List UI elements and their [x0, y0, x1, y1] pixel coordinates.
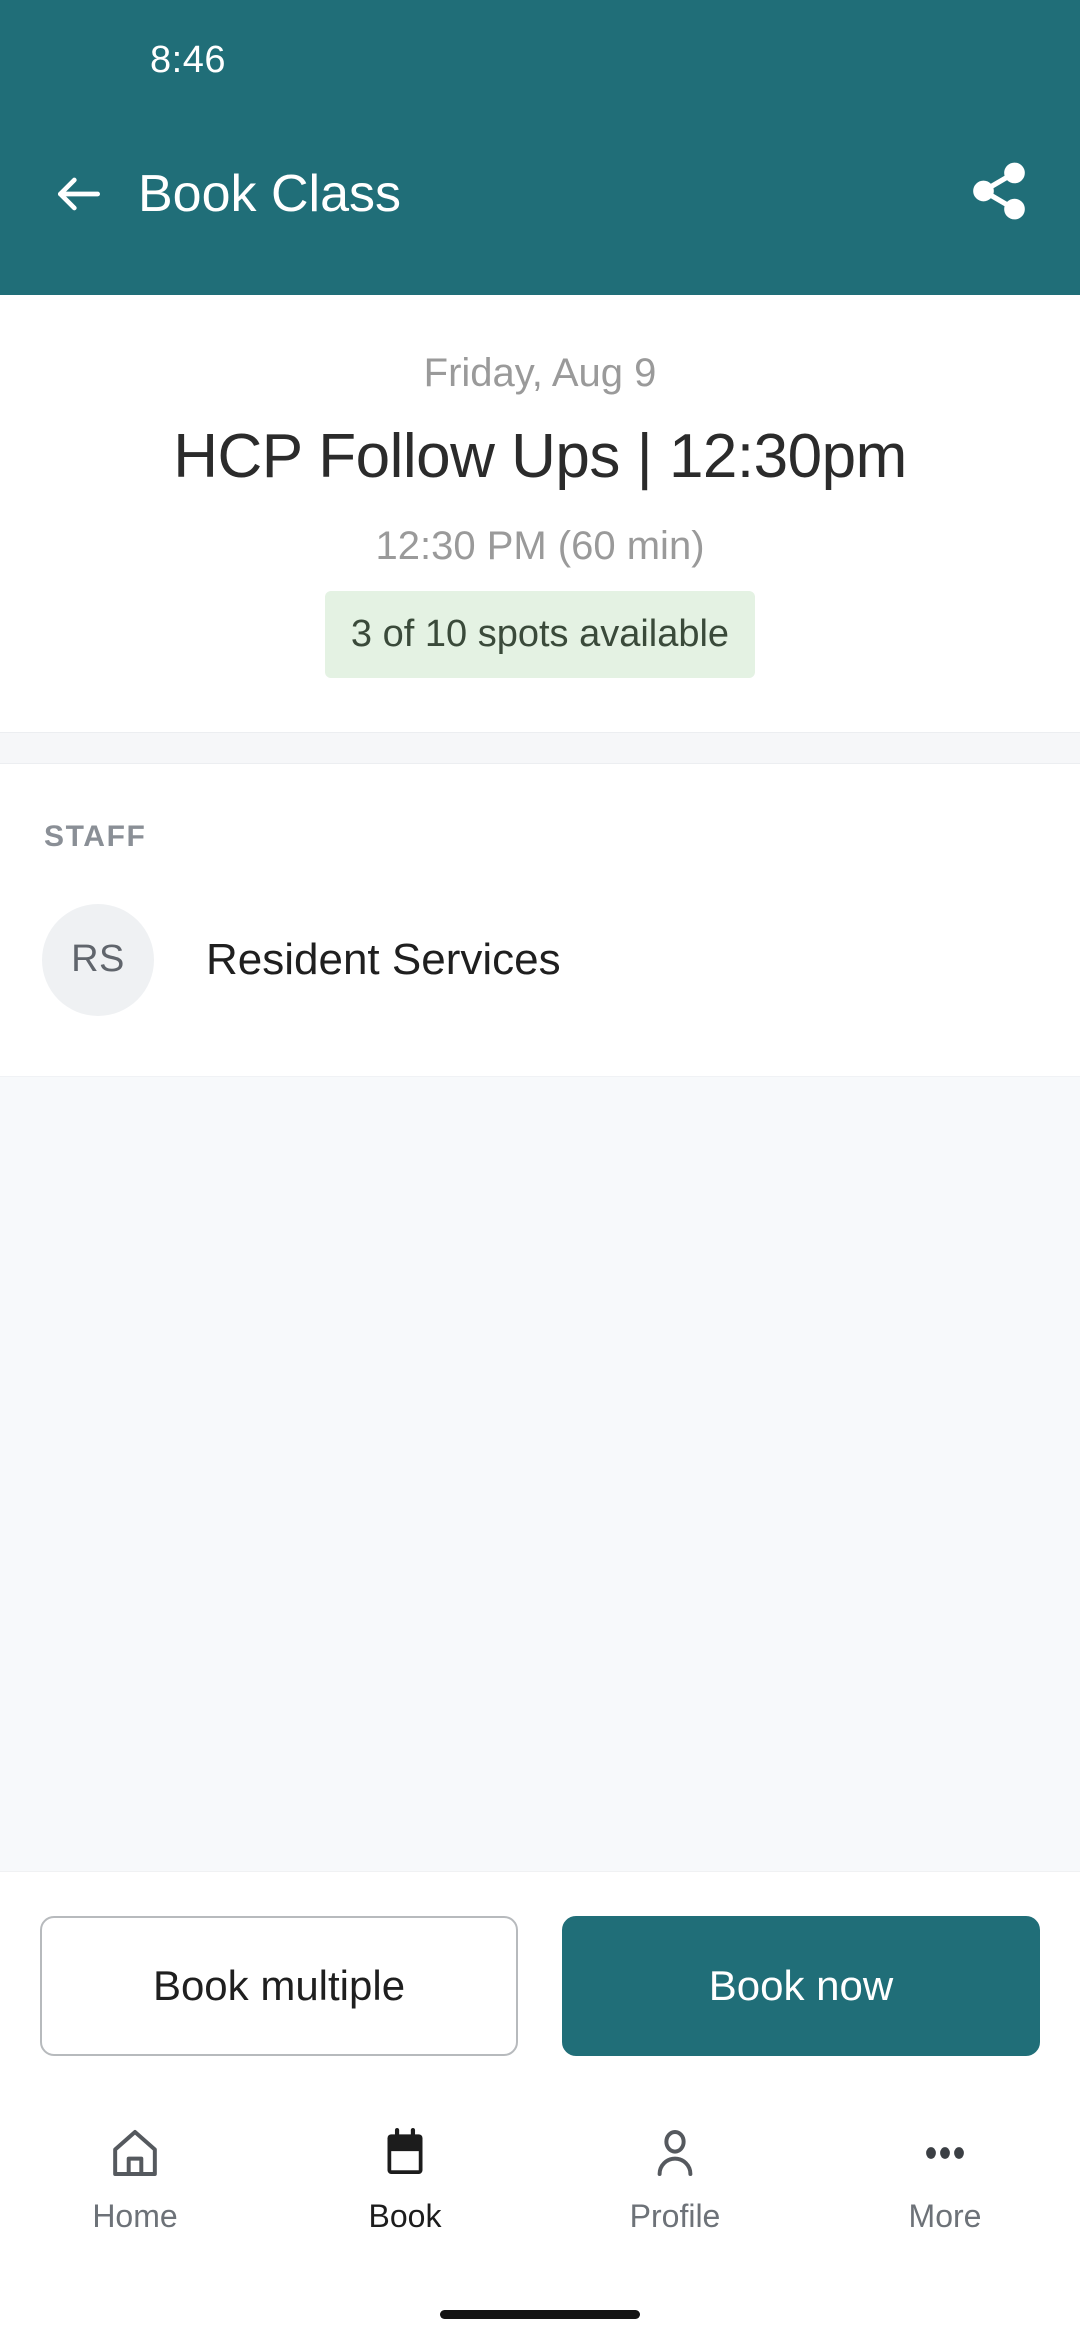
- page-title: Book Class: [138, 164, 401, 223]
- book-now-button[interactable]: Book now: [562, 1916, 1040, 2056]
- class-time-duration: 12:30 PM (60 min): [375, 523, 705, 568]
- class-title: HCP Follow Ups | 12:30pm: [173, 422, 907, 491]
- avatar-initials: RS: [71, 938, 125, 981]
- staff-section: STAFF RS Resident Services: [0, 763, 1080, 1076]
- nav-item-more[interactable]: More: [810, 2122, 1080, 2235]
- staff-name: Resident Services: [206, 934, 561, 984]
- status-bar-clock: 8:46: [150, 38, 226, 81]
- book-multiple-button[interactable]: Book multiple: [40, 1916, 518, 2056]
- content-filler-area: [0, 1075, 1080, 1871]
- nav-label-profile: Profile: [629, 2198, 721, 2234]
- home-indicator[interactable]: [440, 2309, 640, 2319]
- class-date: Friday, Aug 9: [423, 351, 657, 395]
- app-screen: 8:46 Book Class Friday, Aug 9 HCP Follow…: [0, 0, 1080, 2340]
- action-bar: Book multiple Book now: [0, 1871, 1080, 2096]
- nav-label-book: Book: [368, 2198, 442, 2234]
- system-navigation-area: [0, 2288, 1080, 2340]
- home-icon: [107, 2122, 163, 2184]
- person-icon: [647, 2122, 703, 2184]
- nav-item-book[interactable]: Book: [270, 2122, 540, 2235]
- top-bar: 8:46 Book Class: [0, 0, 1080, 295]
- staff-list-item[interactable]: RS Resident Services: [42, 903, 1038, 1016]
- back-button[interactable]: [42, 157, 116, 231]
- bottom-navigation: Home Book Profile More: [0, 2096, 1080, 2288]
- staff-section-label: STAFF: [44, 819, 147, 853]
- avatar: RS: [42, 903, 154, 1016]
- arrow-left-icon: [51, 166, 107, 222]
- share-button[interactable]: [960, 155, 1038, 233]
- status-bar: 8:46: [0, 0, 1080, 120]
- calendar-icon: [377, 2122, 433, 2184]
- nav-item-home[interactable]: Home: [0, 2122, 270, 2235]
- more-dots-icon: [917, 2122, 973, 2184]
- app-bar: Book Class: [0, 120, 1080, 295]
- spots-badge-container: 3 of 10 spots available: [56, 590, 1024, 678]
- section-divider: [0, 731, 1080, 764]
- nav-label-more: More: [908, 2198, 982, 2234]
- nav-label-home: Home: [92, 2198, 178, 2234]
- share-icon: [968, 160, 1030, 227]
- nav-item-profile[interactable]: Profile: [540, 2122, 810, 2235]
- class-summary: Friday, Aug 9 HCP Follow Ups | 12:30pm 1…: [0, 295, 1080, 732]
- spots-available-badge: 3 of 10 spots available: [324, 590, 756, 678]
